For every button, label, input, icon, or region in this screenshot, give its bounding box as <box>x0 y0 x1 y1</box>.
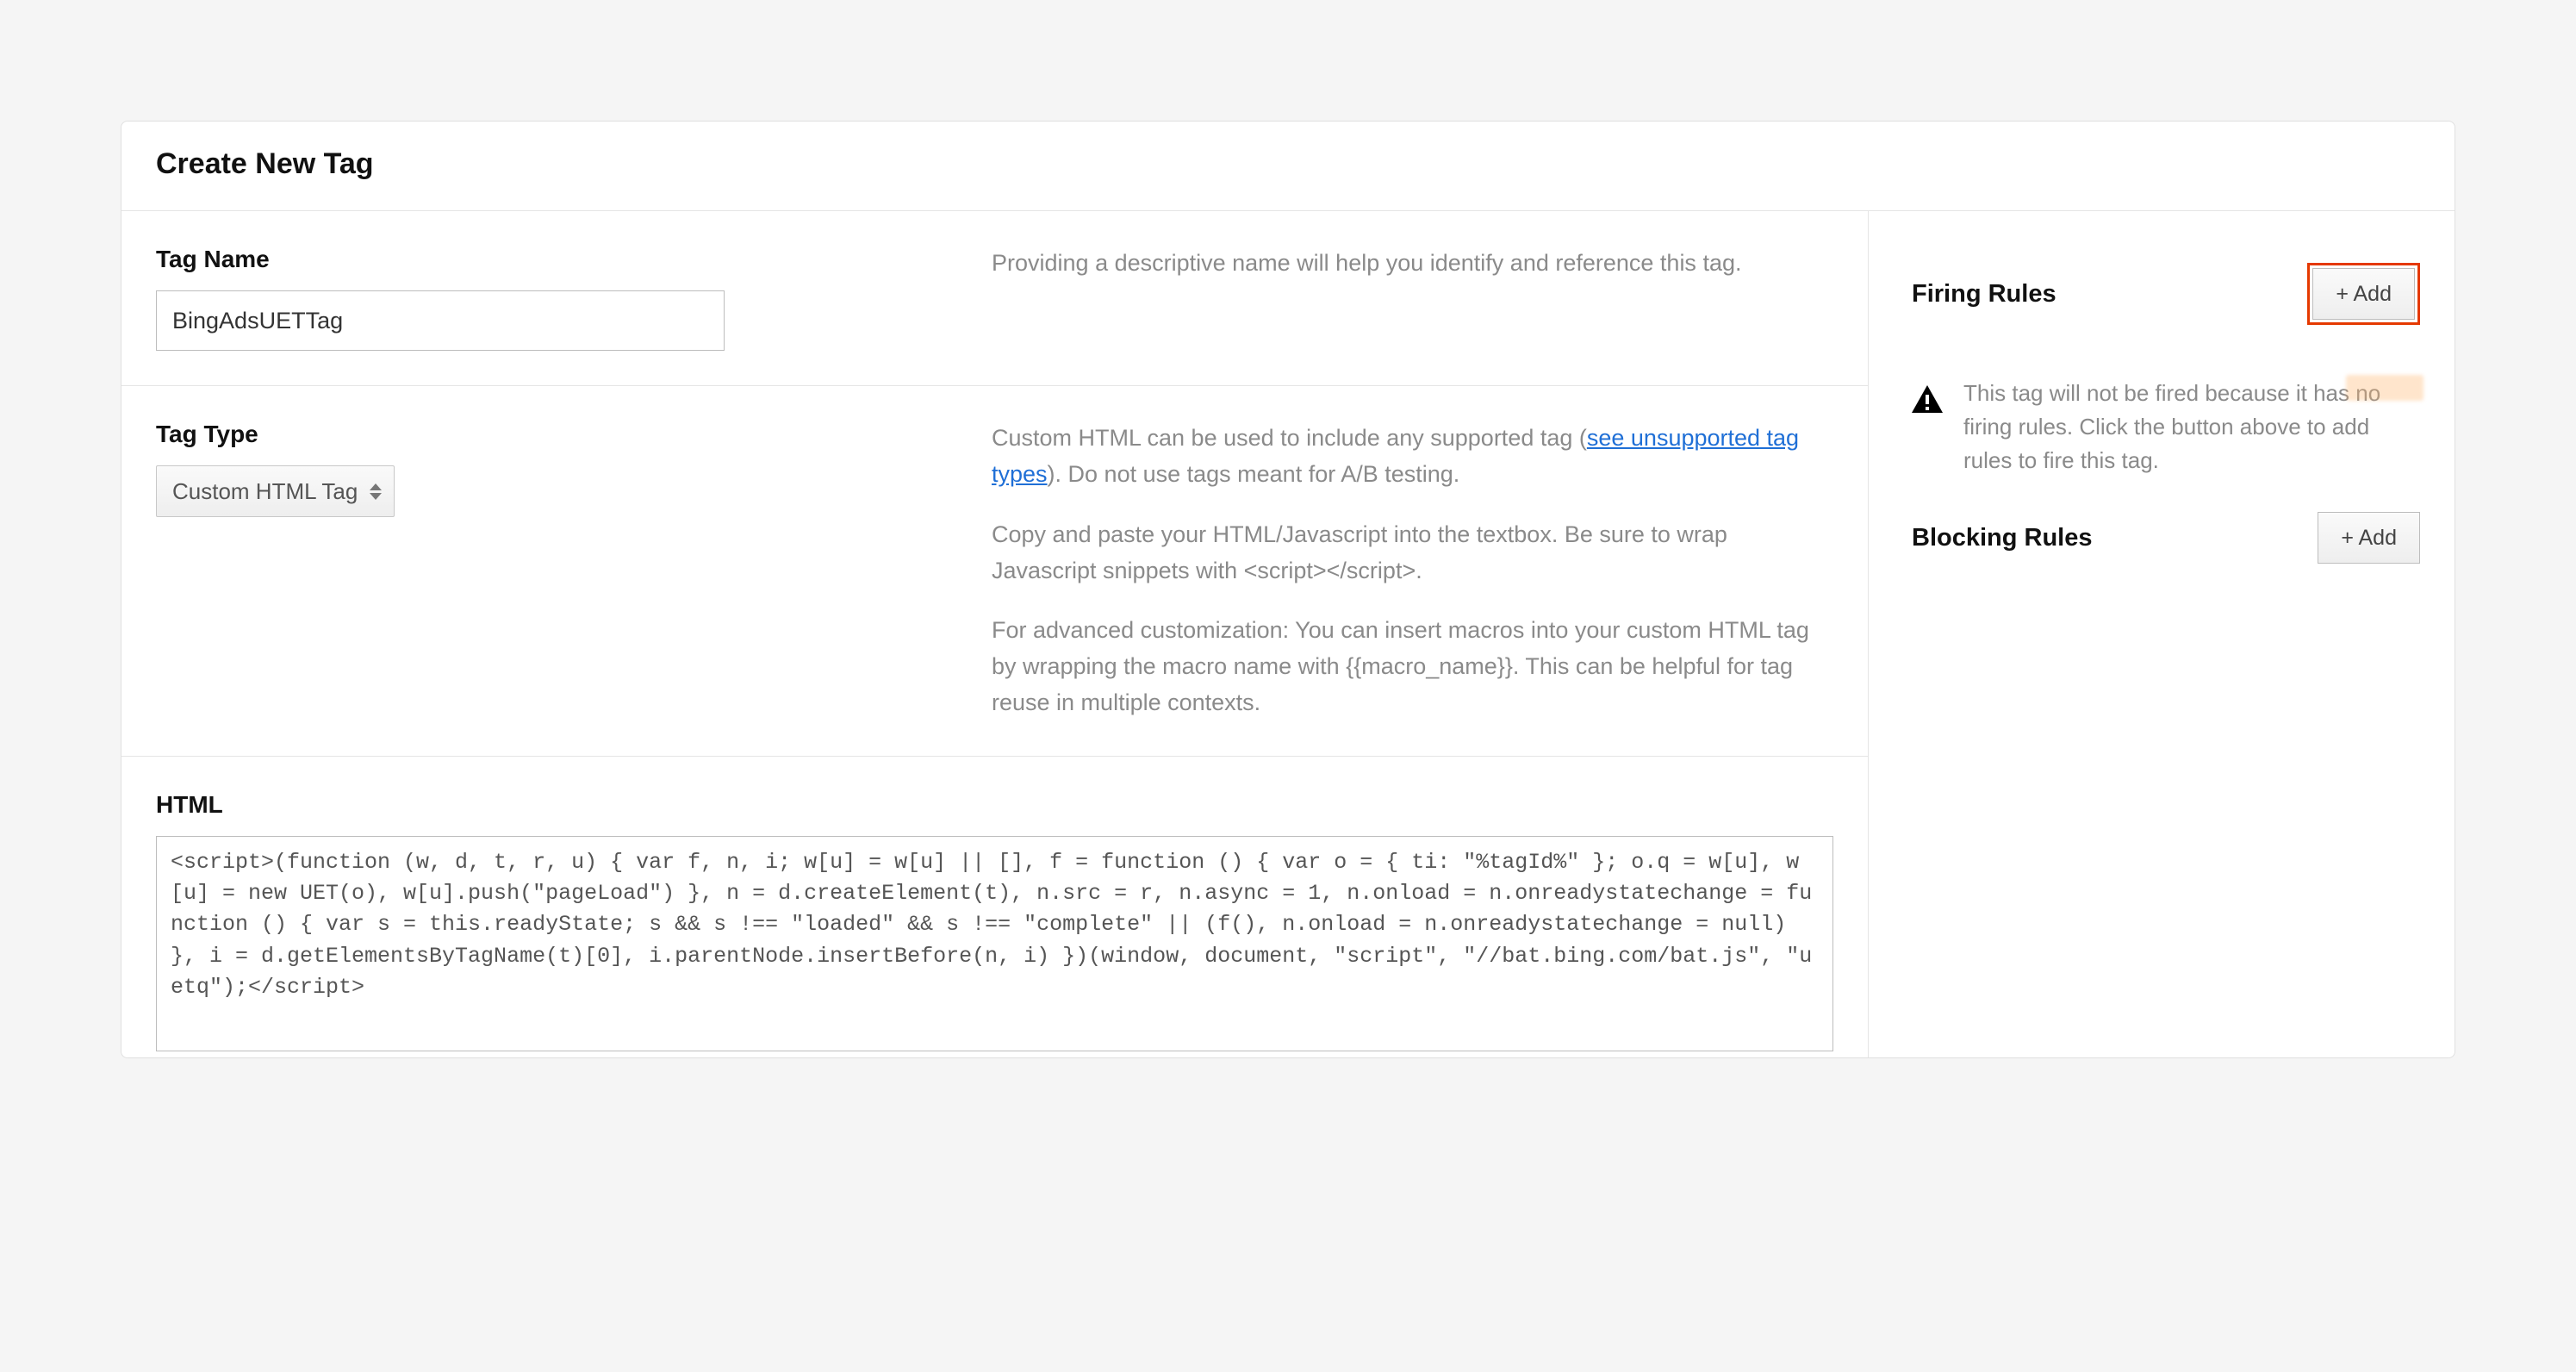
tag-type-help-1: Custom HTML can be used to include any s… <box>992 421 1833 493</box>
blocking-rules-row: Blocking Rules + Add <box>1912 512 2420 564</box>
tag-name-input[interactable] <box>156 290 725 351</box>
firing-warning: This tag will not be fired because it ha… <box>1912 356 2420 512</box>
tag-type-select[interactable]: Custom HTML Tag <box>156 465 395 517</box>
card-header: Create New Tag <box>121 122 2455 211</box>
section-tag-type: Tag Type Custom HTML Tag Custom HTML can… <box>121 386 1868 757</box>
card-body: Tag Name Providing a descriptive name wi… <box>121 211 2455 1057</box>
tag-type-help-2: Copy and paste your HTML/Javascript into… <box>992 517 1833 589</box>
firing-add-button[interactable]: + Add <box>2312 268 2415 320</box>
main-column: Tag Name Providing a descriptive name wi… <box>121 211 1869 1057</box>
blocking-rules-heading: Blocking Rules <box>1912 524 2093 552</box>
tag-name-label: Tag Name <box>156 246 940 273</box>
firing-warning-text: This tag will not be fired because it ha… <box>1963 377 2420 477</box>
create-tag-card: Create New Tag Tag Name Providing a desc… <box>121 121 2455 1058</box>
side-column: Firing Rules + Add This tag will not be … <box>1869 211 2455 1057</box>
firing-rules-heading: Firing Rules <box>1912 280 2056 309</box>
blocking-add-button[interactable]: + Add <box>2318 512 2420 564</box>
select-caret-icon <box>370 483 382 500</box>
tag-type-label: Tag Type <box>156 421 940 448</box>
tag-type-help-3: For advanced customization: You can inse… <box>992 613 1833 721</box>
html-textarea[interactable]: <script>(function (w, d, t, r, u) { var … <box>156 836 1833 1051</box>
warning-icon <box>1912 377 1943 419</box>
html-label: HTML <box>156 791 1833 819</box>
page-title: Create New Tag <box>156 147 2420 181</box>
section-html: HTML <script>(function (w, d, t, r, u) {… <box>121 757 1868 1057</box>
firing-add-highlight: + Add <box>2307 263 2420 325</box>
section-tag-name: Tag Name Providing a descriptive name wi… <box>121 211 1868 386</box>
tag-name-help: Providing a descriptive name will help y… <box>992 246 1833 282</box>
tag-type-selected: Custom HTML Tag <box>172 478 358 505</box>
firing-rules-row: Firing Rules + Add <box>1912 263 2420 325</box>
